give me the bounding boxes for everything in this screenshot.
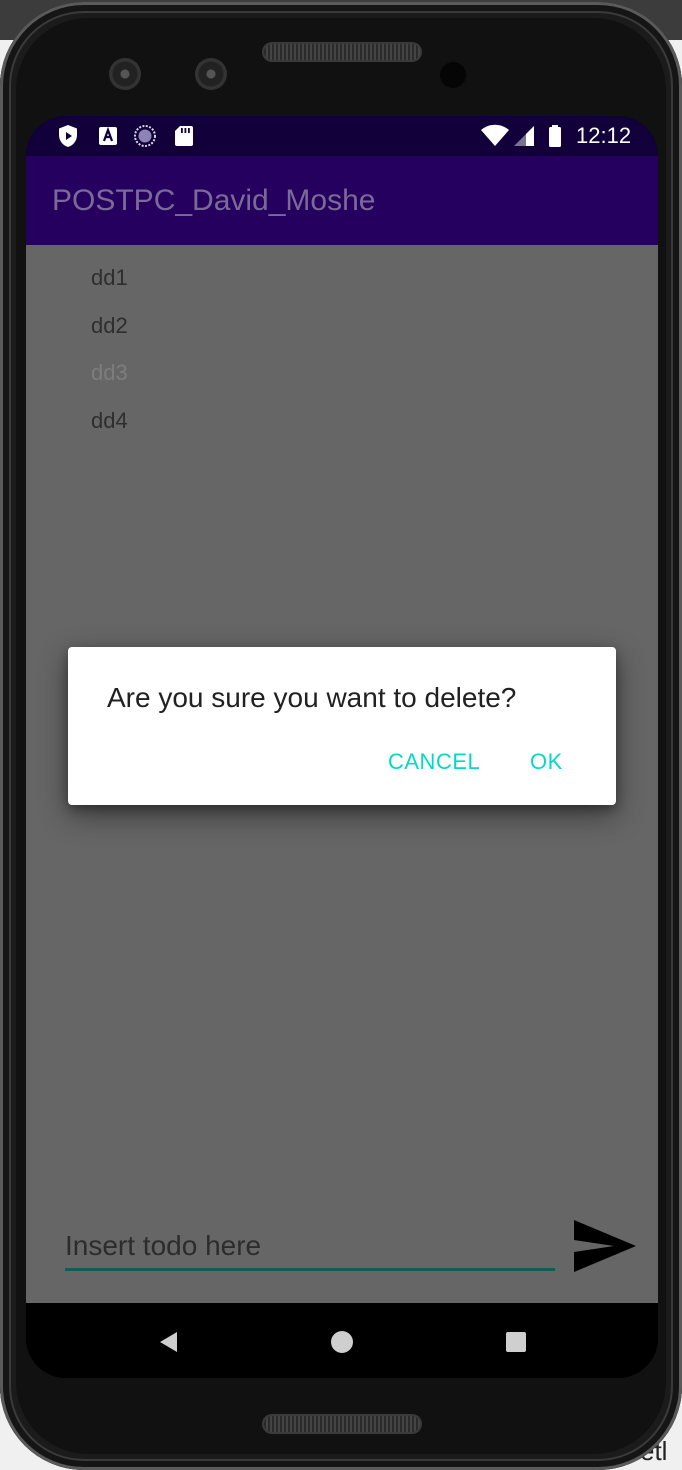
list-item[interactable]: dd2	[91, 313, 128, 361]
ok-button[interactable]: OK	[530, 749, 563, 775]
send-icon[interactable]	[572, 1218, 638, 1274]
navigation-bar	[26, 1303, 658, 1378]
bottom-speaker	[262, 1414, 422, 1434]
sync-circle-icon	[134, 125, 156, 147]
top-speaker	[262, 42, 422, 62]
delete-confirmation-dialog: Are you sure you want to delete? CANCEL …	[68, 647, 616, 805]
a-badge-icon	[99, 126, 117, 145]
todo-list: dd1 dd2 dd3 dd4	[91, 265, 128, 455]
dialog-message: Are you sure you want to delete?	[107, 682, 517, 713]
front-camera-icon	[195, 58, 227, 90]
battery-icon	[549, 125, 561, 147]
list-item[interactable]: dd1	[91, 265, 128, 313]
status-clock: 12:12	[576, 123, 632, 148]
recents-icon[interactable]	[501, 1327, 531, 1357]
list-item[interactable]: dd3	[91, 360, 128, 408]
front-camera-icon	[109, 58, 141, 90]
play-protect-icon	[59, 125, 77, 147]
wifi-icon	[481, 124, 509, 146]
status-bar: 12:12	[26, 116, 658, 156]
todo-input[interactable]: Insert todo here	[65, 1228, 555, 1271]
list-item[interactable]: dd4	[91, 408, 128, 456]
app-title: POSTPC_David_Moshe	[52, 184, 376, 217]
sd-card-icon	[175, 126, 193, 146]
home-icon[interactable]	[327, 1327, 357, 1357]
back-icon[interactable]	[153, 1327, 183, 1357]
app-bar: POSTPC_David_Moshe	[26, 156, 658, 245]
todo-input-placeholder: Insert todo here	[65, 1230, 262, 1261]
proximity-sensor-icon	[440, 62, 466, 88]
cancel-button[interactable]: CANCEL	[388, 749, 480, 775]
cellular-signal-icon	[514, 126, 534, 146]
